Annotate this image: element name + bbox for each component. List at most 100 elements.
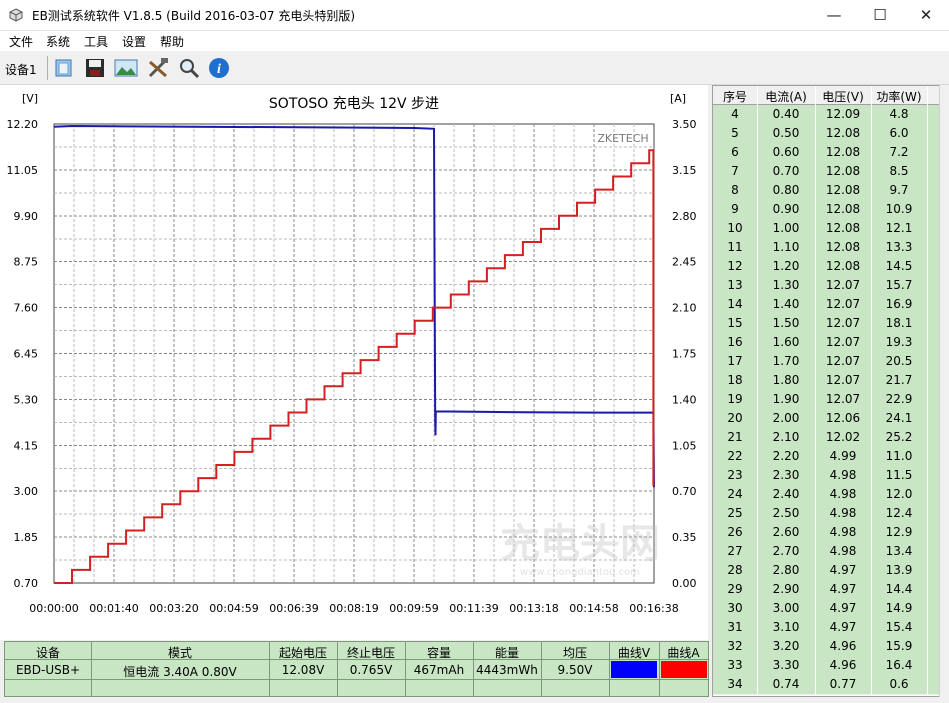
table-row[interactable]: 12 1.20 12.08 14.5	[713, 257, 939, 277]
row-current: 2.50	[772, 506, 800, 520]
tools-button[interactable]	[145, 55, 171, 81]
menu-settings[interactable]: 设置	[122, 33, 146, 50]
row-current: 3.00	[772, 601, 800, 615]
row-power: 14.4	[885, 582, 913, 596]
row-current: 0.70	[772, 164, 800, 178]
toolbar: 设备1 i	[0, 52, 949, 85]
row-current: 1.60	[772, 335, 800, 349]
row-current: 1.90	[772, 392, 800, 406]
row-current: 1.40	[772, 297, 800, 311]
table-row[interactable]: 29 2.90 4.97 14.4	[713, 580, 939, 600]
summary-header-curve-a: 曲线A	[667, 646, 700, 660]
menu-file[interactable]: 文件	[9, 33, 33, 50]
device-tab[interactable]: 设备1	[5, 61, 37, 78]
row-index: 25	[727, 506, 743, 520]
export-image-button[interactable]	[113, 55, 139, 81]
row-current: 2.00	[772, 411, 800, 425]
table-row[interactable]: 10 1.00 12.08 12.1	[713, 219, 939, 239]
step-data-table[interactable]: 序号 电流(A) 电压(V) 功率(W) 4 0.40 12.09 4.8 5 0.50 1…	[712, 85, 940, 697]
row-voltage: 4.98	[829, 544, 857, 558]
row-current: 2.40	[772, 487, 800, 501]
row-current: 1.30	[772, 278, 800, 292]
table-row[interactable]: 30 3.00 4.97 14.9	[713, 599, 939, 619]
table-row[interactable]: 32 3.20 4.96 15.9	[713, 637, 939, 657]
table-row[interactable]: 24 2.40 4.98 12.0	[713, 485, 939, 505]
row-voltage: 4.99	[829, 449, 857, 463]
table-row[interactable]: 5 0.50 12.08 6.0	[713, 124, 939, 144]
row-power: 20.5	[885, 354, 913, 368]
open-button[interactable]	[51, 55, 77, 81]
summary-header-mode: 模式	[167, 646, 192, 660]
table-row[interactable]: 28 2.80 4.97 13.9	[713, 561, 939, 581]
y-left-tick-label: 9.90	[14, 210, 39, 223]
zoom-button[interactable]	[176, 55, 202, 81]
table-scrollbar[interactable]	[939, 85, 949, 697]
row-power: 11.5	[885, 468, 913, 482]
row-voltage: 12.09	[825, 107, 861, 121]
table-row[interactable]: 22 2.20 4.99 11.0	[713, 447, 939, 467]
close-button[interactable]: ✕	[903, 0, 949, 30]
row-current: 2.10	[772, 430, 800, 444]
row-power: 18.1	[885, 316, 913, 330]
summary-header-capacity: 容量	[426, 646, 451, 660]
table-row[interactable]: 33 3.30 4.96 16.4	[713, 656, 939, 676]
table-row[interactable]: 19 1.90 12.07 22.9	[713, 390, 939, 410]
y-right-tick-label: 0.00	[672, 577, 697, 590]
row-voltage: 12.08	[825, 164, 861, 178]
table-row[interactable]: 14 1.40 12.07 16.9	[713, 295, 939, 315]
row-current: 0.74	[772, 677, 800, 691]
table-row[interactable]: 26 2.60 4.98 12.9	[713, 523, 939, 543]
row-voltage: 12.08	[825, 221, 861, 235]
table-row[interactable]: 21 2.10 12.02 25.2	[713, 428, 939, 448]
table-row[interactable]: 16 1.60 12.07 19.3	[713, 333, 939, 353]
table-row[interactable]: 7 0.70 12.08 8.5	[713, 162, 939, 182]
maximize-button[interactable]: ☐	[857, 0, 903, 30]
y-right-tick-label: 0.35	[672, 531, 697, 544]
row-index: 16	[727, 335, 743, 349]
row-voltage: 12.08	[825, 126, 861, 140]
row-index: 33	[727, 658, 743, 672]
menu-system[interactable]: 系统	[46, 33, 70, 50]
row-power: 7.2	[889, 145, 909, 159]
table-row[interactable]: 34 0.74 0.77 0.6	[713, 675, 939, 695]
table-row[interactable]: 31 3.10 4.97 15.4	[713, 618, 939, 638]
table-row[interactable]: 20 2.00 12.06 24.1	[713, 409, 939, 429]
table-row[interactable]: 18 1.80 12.07 21.7	[713, 371, 939, 391]
row-index: 17	[727, 354, 743, 368]
curve-v-color-swatch[interactable]	[611, 661, 657, 678]
row-voltage: 4.97	[829, 601, 857, 615]
x-tick-label: 00:01:40	[89, 602, 138, 615]
summary-column-divider	[541, 642, 542, 696]
header-current: 电流(A)	[765, 90, 807, 104]
row-power: 19.3	[885, 335, 913, 349]
table-row[interactable]: 8 0.80 12.08 9.7	[713, 181, 939, 201]
row-voltage: 4.98	[829, 506, 857, 520]
y-right-tick-label: 1.40	[672, 393, 697, 406]
table-row[interactable]: 15 1.50 12.07 18.1	[713, 314, 939, 334]
chart-watermark: ZKETECH	[597, 132, 648, 145]
summary-table: 设备 模式 起始电压 终止电压 容量 能量 均压 曲线V 曲线A EBD-USB…	[4, 641, 709, 697]
table-row[interactable]: 13 1.30 12.07 15.7	[713, 276, 939, 296]
menu-tools[interactable]: 工具	[84, 33, 108, 50]
curve-a-color-swatch[interactable]	[661, 661, 707, 678]
about-button[interactable]: i	[206, 55, 232, 81]
row-voltage: 4.97	[829, 563, 857, 577]
minimize-button[interactable]: —	[811, 0, 857, 30]
table-row[interactable]: 17 1.70 12.07 20.5	[713, 352, 939, 372]
save-disk-icon	[86, 59, 104, 77]
row-power: 13.4	[885, 544, 913, 558]
table-row[interactable]: 9 0.90 12.08 10.9	[713, 200, 939, 220]
summary-energy: 4443mWh	[476, 663, 538, 677]
table-row[interactable]: 23 2.30 4.98 11.5	[713, 466, 939, 486]
row-power: 14.9	[885, 601, 913, 615]
table-row[interactable]: 11 1.10 12.08 13.3	[713, 238, 939, 258]
table-row[interactable]: 25 2.50 4.98 12.4	[713, 504, 939, 524]
summary-column-divider	[609, 642, 610, 696]
table-row[interactable]: 6 0.60 12.08 7.2	[713, 143, 939, 163]
row-power: 12.0	[885, 487, 913, 501]
table-row[interactable]: 4 0.40 12.09 4.8	[713, 105, 939, 125]
row-power: 13.3	[885, 240, 913, 254]
save-button[interactable]	[82, 55, 108, 81]
table-row[interactable]: 27 2.70 4.98 13.4	[713, 542, 939, 562]
menu-help[interactable]: 帮助	[160, 33, 184, 50]
